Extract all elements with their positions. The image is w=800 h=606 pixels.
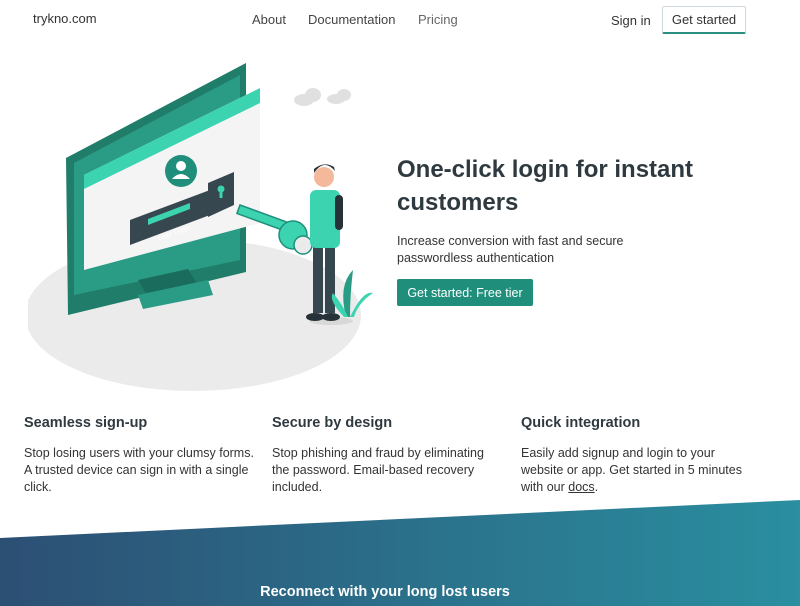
band-title: Reconnect with your long lost users bbox=[260, 584, 510, 600]
feature-seamless-signup: Seamless sign-up Stop losing users with … bbox=[24, 415, 254, 496]
hero-illustration: User Login bbox=[28, 63, 373, 391]
nav-link-about[interactable]: About bbox=[252, 12, 286, 27]
hero-subtitle: Increase conversion with fast and secure… bbox=[397, 234, 624, 265]
feature-text-part: Easily add signup and login to your webs… bbox=[521, 446, 742, 494]
cloud-icon bbox=[294, 88, 351, 106]
feature-text: Stop phishing and fraud by eliminating t… bbox=[272, 446, 484, 494]
brand-logo-link[interactable]: trykno.com bbox=[33, 11, 97, 26]
free-tier-button[interactable]: Get started: Free tier bbox=[397, 279, 533, 306]
feature-secure-by-design: Secure by design Stop phishing and fraud… bbox=[272, 415, 502, 496]
sign-in-link[interactable]: Sign in bbox=[611, 13, 651, 28]
get-started-button[interactable]: Get started bbox=[662, 6, 746, 34]
feature-title: Seamless sign-up bbox=[24, 415, 148, 431]
nav-link-documentation[interactable]: Documentation bbox=[308, 12, 395, 27]
docs-link[interactable]: docs bbox=[568, 480, 594, 494]
user-avatar-icon bbox=[165, 155, 197, 187]
feature-text: Stop losing users with your clumsy forms… bbox=[24, 446, 254, 494]
feature-title: Quick integration bbox=[521, 415, 641, 431]
feature-title: Secure by design bbox=[272, 415, 393, 431]
feature-quick-integration: Quick integration Easily add signup and … bbox=[521, 415, 751, 496]
hero-title: One-click login for instant customers bbox=[397, 156, 694, 216]
top-nav: trykno.com About Documentation Pricing S… bbox=[0, 0, 800, 40]
feature-text: Easily add signup and login to your webs… bbox=[521, 445, 751, 496]
feature-text-end: . bbox=[594, 480, 599, 494]
nav-link-pricing[interactable]: Pricing bbox=[418, 12, 458, 27]
